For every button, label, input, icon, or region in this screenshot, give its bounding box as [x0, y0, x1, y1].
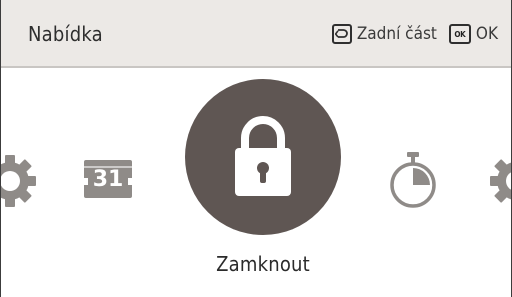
stopwatch-icon [390, 152, 436, 208]
back-label[interactable]: Zadní část [357, 24, 437, 44]
carousel-item-settings-left[interactable] [1, 152, 39, 210]
carousel-item-calendar[interactable]: 31 [84, 158, 132, 198]
carousel-item-settings-right[interactable] [487, 152, 511, 210]
ok-label[interactable]: OK [476, 24, 498, 44]
back-key-icon[interactable] [331, 24, 352, 44]
gear-icon [490, 159, 511, 203]
menu-carousel: 31 Zamknout [1, 68, 511, 297]
menu-title: Nabídka [28, 22, 103, 46]
ok-key-icon[interactable]: OK [448, 24, 471, 44]
calendar-day: 31 [92, 167, 124, 192]
menu-screen: Nabídka Zadní část OK OK 31 Zamknout [0, 0, 512, 297]
lock-icon [235, 116, 291, 196]
gear-icon [1, 155, 36, 207]
carousel-item-timer[interactable] [387, 151, 439, 211]
header-actions: Zadní část OK OK [331, 24, 498, 44]
selected-item-label: Zamknout [216, 252, 310, 276]
carousel-item-lock[interactable] [185, 79, 341, 235]
header-bar: Nabídka Zadní část OK OK [1, 0, 511, 68]
calendar-icon: 31 [84, 158, 132, 198]
